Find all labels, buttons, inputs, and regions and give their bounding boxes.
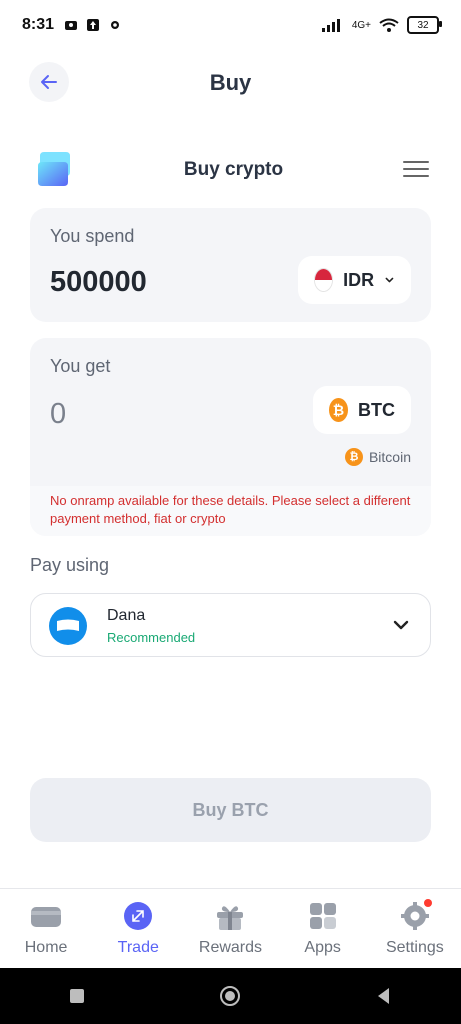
status-left: 8:31 [22,16,122,34]
spend-label: You spend [50,226,135,246]
error-message: No onramp available for these details. P… [30,486,431,536]
page-title: Buy [209,70,252,95]
battery-icon: 32 [407,16,442,34]
nav-label: Rewards [198,939,263,956]
network-type: 4G+ [351,19,371,31]
hamburger-menu-icon[interactable] [403,160,429,178]
get-label: You get [50,356,111,376]
nav-label: Trade [117,939,159,956]
token-selector[interactable]: ₿ BTC [313,386,411,434]
settings-icon-wrap [400,899,432,931]
widget-title: Buy crypto [183,159,284,180]
currency-code: IDR [343,269,375,290]
currency-selector[interactable]: IDR [298,256,411,304]
chevron-down-icon [385,277,394,283]
apps-grid-icon [309,903,336,929]
notification-icon [65,21,78,30]
bitcoin-network-icon: ₿ [344,448,363,466]
nav-item-rewards[interactable]: Rewards [185,901,275,957]
status-bar: 8:31 4G+ 32 [0,0,461,50]
recommended-badge: Recommended [107,630,196,645]
nav-item-apps[interactable]: Apps [278,901,368,957]
wallet-icon [31,907,62,927]
trade-icon [124,902,153,930]
status-time: 8:31 [22,16,55,33]
settings-status-icon [111,21,120,29]
nav-label: Home [24,939,68,956]
page-header: Buy [0,58,461,108]
bitcoin-icon: ₿ [329,398,348,422]
system-nav-bar [0,968,461,1024]
token-code: BTC [358,399,395,420]
get-card: You get 0 ₿ BTC ₿ Bitcoin No onramp avai… [30,338,431,536]
nav-label: Apps [304,939,341,956]
payment-method-name: Dana [107,607,146,624]
dana-logo-icon [49,607,87,645]
indonesia-flag-icon [314,268,334,292]
battery-level: 32 [417,19,429,31]
network-name: Bitcoin [368,449,411,465]
spend-card: You spend 500000 IDR [30,208,431,322]
widget-header: Buy crypto [36,148,431,192]
notification-dot [423,899,432,907]
recent-apps-icon[interactable] [66,985,88,1007]
upload-icon [87,19,100,31]
nav-item-home[interactable]: Home [1,901,91,957]
pay-label: Pay using [30,555,110,575]
home-circle-icon[interactable] [219,985,241,1007]
chevron-down-icon [393,620,409,630]
nav-item-settings[interactable]: Settings [370,899,460,957]
gift-icon [217,906,244,930]
back-triangle-icon[interactable] [373,985,395,1007]
nav-label: Settings [385,939,444,956]
nav-item-trade[interactable]: Trade [93,901,183,957]
spend-amount-input[interactable]: 500000 [50,266,147,299]
network-row: ₿ Bitcoin [344,448,411,466]
status-icons [64,18,122,32]
signal-icon [321,19,340,32]
bottom-nav: Home Trade Rewards Apps Settings [0,888,461,968]
status-right: 4G+ 32 [321,16,442,34]
buy-button[interactable]: Buy BTC [30,778,431,842]
payment-method-selector[interactable]: Dana Recommended [30,593,431,657]
get-amount: 0 [50,398,67,430]
wifi-icon [379,18,399,32]
